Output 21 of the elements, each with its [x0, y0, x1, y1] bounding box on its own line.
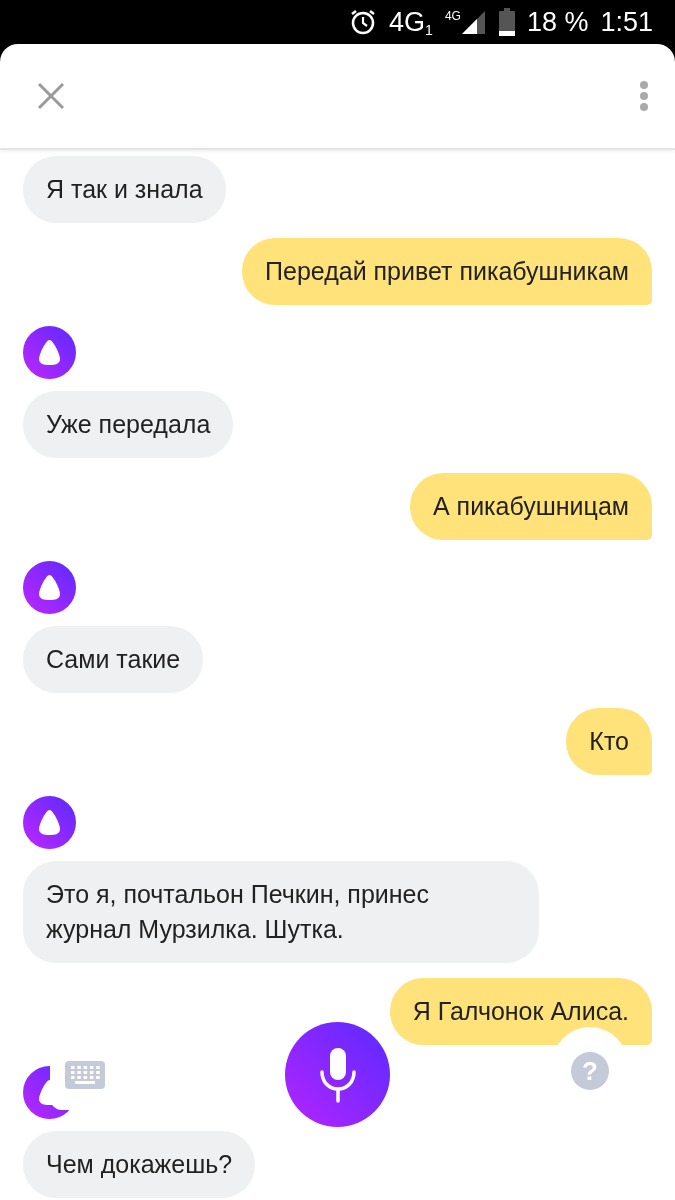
- close-button[interactable]: [36, 81, 66, 111]
- user-message: Я Галчонок Алиса.: [389, 978, 652, 1045]
- assistant-message: Сами такие: [23, 626, 204, 693]
- more-options-button[interactable]: [639, 80, 649, 112]
- network-label: 4G: [444, 9, 461, 23]
- signal-icon: [460, 9, 487, 35]
- avatar-icon: [23, 796, 76, 849]
- assistant-message: Уже передала: [23, 391, 234, 458]
- battery-icon: [498, 8, 515, 36]
- user-message: А пикабушницам: [409, 473, 652, 540]
- microphone-icon: [317, 1045, 358, 1104]
- assistant-message: Чем докажешь?: [23, 1131, 256, 1198]
- user-message: Передай привет пикабушникам: [242, 238, 652, 305]
- keyboard-icon: [65, 1061, 105, 1089]
- clock-time: 1:51: [600, 6, 653, 38]
- avatar-icon: [23, 561, 76, 614]
- user-message: Кто: [566, 708, 652, 775]
- avatar-icon: [23, 326, 76, 379]
- battery-percentage: 18 %: [526, 6, 589, 38]
- assistant-message: Это я, почтальон Печкин, принес журнал Мурзилка. Шутка.: [23, 861, 539, 963]
- assistant-message: Я так и знала: [23, 156, 226, 223]
